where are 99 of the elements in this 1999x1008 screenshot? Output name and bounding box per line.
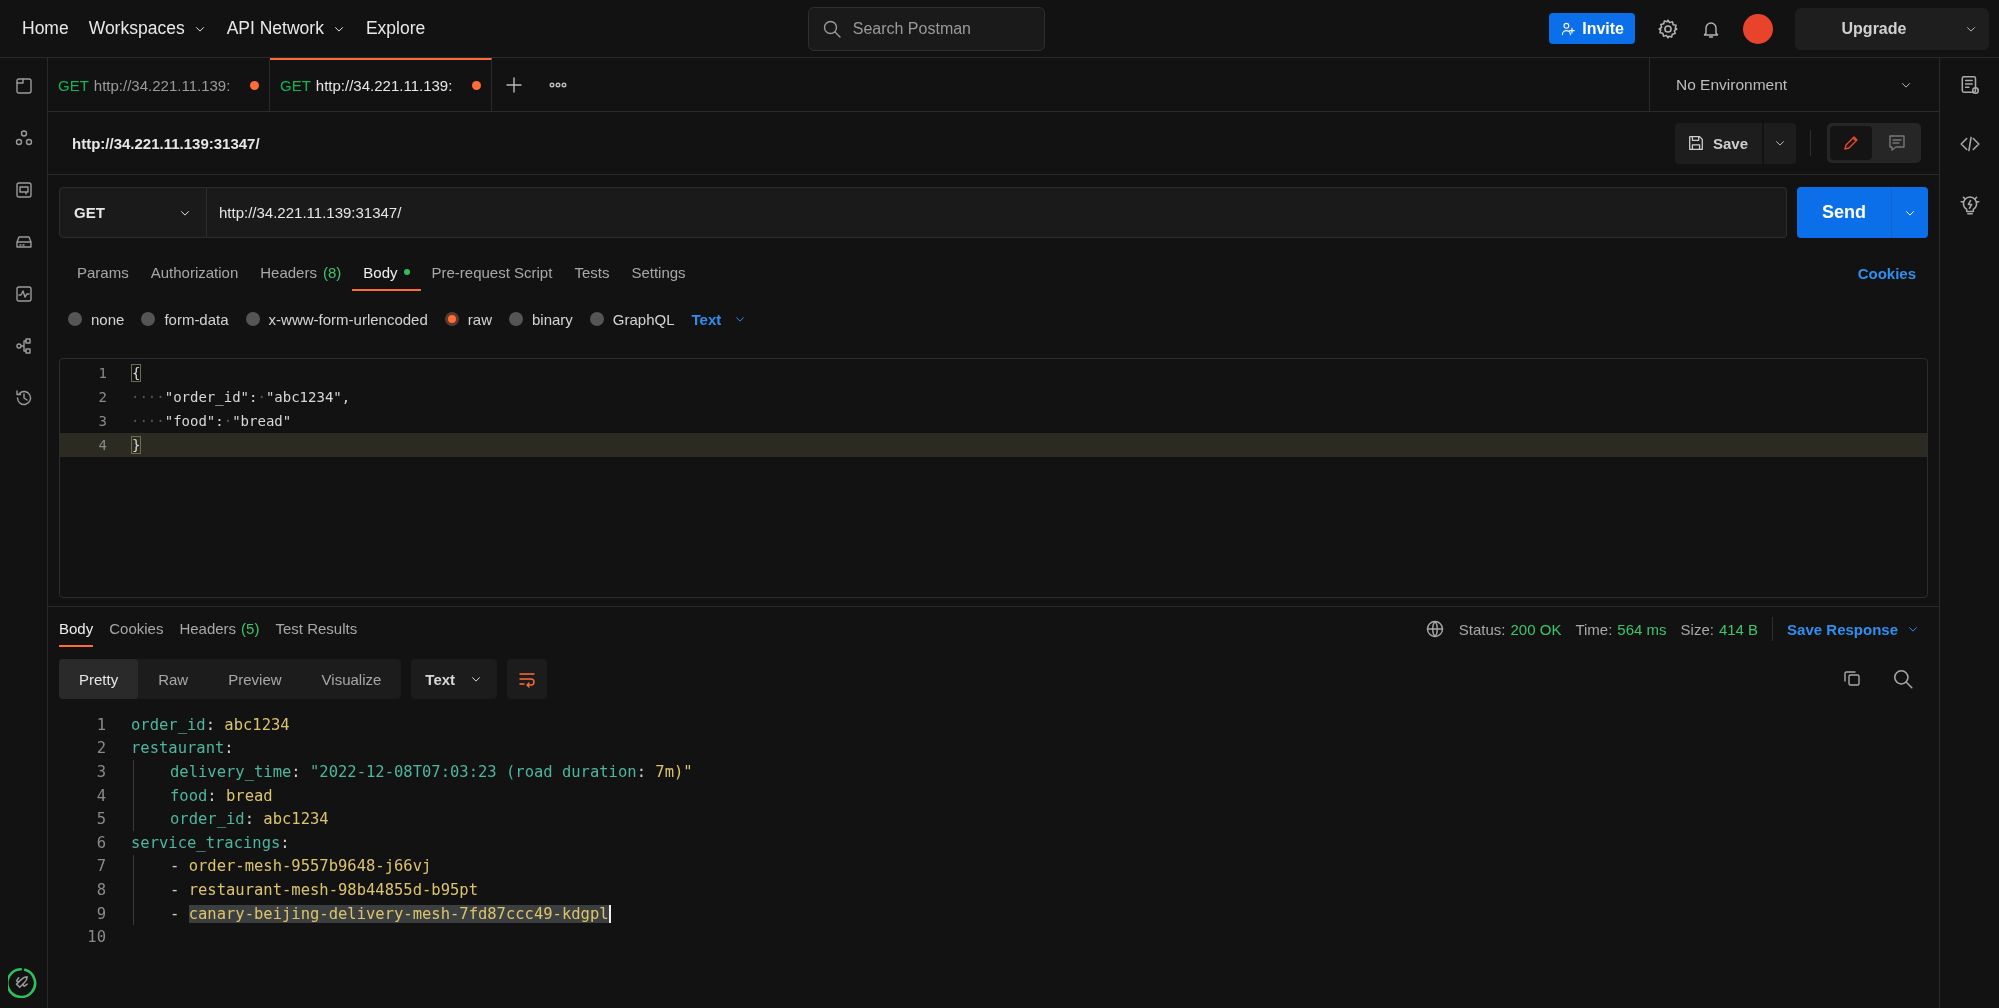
- request-title: http://34.221.11.139:31347/: [72, 134, 260, 152]
- search-icon: [821, 18, 842, 39]
- status-label: Status:: [1458, 620, 1506, 638]
- save-button[interactable]: Save: [1674, 122, 1762, 164]
- request-tab[interactable]: GET http://34.221.11.139:: [270, 58, 492, 111]
- line-number: 10: [86, 928, 106, 947]
- code-line: ····"food":·"bread": [130, 413, 292, 429]
- code-line: service_tracings:: [131, 833, 290, 852]
- status-value: 200 OK: [1510, 620, 1562, 638]
- line-number: 3: [97, 413, 107, 429]
- history-icon[interactable]: [13, 388, 34, 408]
- body-type-option[interactable]: form-data: [141, 310, 229, 328]
- body-type-label: form-data: [164, 310, 229, 328]
- response-format-dropdown[interactable]: Text: [411, 659, 498, 699]
- nav-link[interactable]: Workspaces: [78, 12, 217, 45]
- settings-icon[interactable]: [1657, 17, 1679, 40]
- line-number: 9: [95, 904, 106, 923]
- radio-button[interactable]: [245, 312, 260, 326]
- url-field[interactable]: http://34.221.11.139:31347/: [207, 187, 1787, 238]
- environment-dropdown[interactable]: No Environment: [1649, 58, 1939, 111]
- body-type-label: GraphQL: [612, 310, 675, 328]
- response-tab[interactable]: Headers (5): [179, 611, 260, 647]
- code-line: restaurant:: [131, 739, 234, 758]
- body-type-label: none: [91, 310, 125, 328]
- line-number: 2: [95, 739, 106, 758]
- globe-icon[interactable]: [1424, 619, 1445, 639]
- lightbulb-icon[interactable]: [1958, 194, 1981, 216]
- comment-icon: [1887, 133, 1907, 153]
- wrap-lines-button[interactable]: [507, 659, 548, 699]
- line-number: 1: [97, 365, 107, 381]
- code-line: delivery_time: "2022-12-08T07:03:23 (road duration: 7m)": [170, 763, 693, 781]
- flows-icon[interactable]: [13, 336, 34, 356]
- body-type-label: raw: [467, 310, 492, 328]
- upgrade-button[interactable]: Upgrade: [1795, 7, 1989, 50]
- code-line: food: bread: [170, 786, 273, 805]
- size-label: Size:: [1680, 620, 1714, 638]
- request-section-tab[interactable]: Body: [352, 255, 421, 291]
- request-section-tab[interactable]: Authorization: [139, 255, 250, 291]
- view-mode-tab[interactable]: Pretty: [59, 659, 139, 699]
- request-section-tab[interactable]: Pre-request Script: [420, 255, 564, 291]
- body-type-option[interactable]: GraphQL: [589, 310, 675, 328]
- body-type-option[interactable]: raw: [444, 310, 492, 328]
- radio-button[interactable]: [141, 312, 156, 326]
- line-number: 1: [95, 715, 106, 734]
- line-number: 3: [95, 763, 106, 781]
- line-number: 6: [95, 833, 106, 852]
- code-line: order_id: abc1234: [170, 810, 329, 829]
- nav-link[interactable]: Home: [12, 12, 79, 45]
- body-editor[interactable]: 1 { 2 ····"order_id":·"abc1234", 3 ····"food":·"bread" 4 }: [59, 358, 1928, 598]
- cookies-link[interactable]: Cookies: [1857, 264, 1928, 282]
- code-line: - canary-beijing-delivery-mesh-7fd87ccc49-kdgpl: [170, 904, 611, 923]
- radio-button[interactable]: [444, 312, 459, 326]
- size-value: 414 B: [1718, 620, 1759, 638]
- response-tab[interactable]: Cookies: [109, 611, 164, 647]
- line-number: 8: [95, 880, 106, 899]
- radio-button[interactable]: [68, 312, 82, 326]
- request-section-tab[interactable]: Settings: [620, 255, 697, 291]
- apis-icon[interactable]: [13, 128, 34, 148]
- plus-icon[interactable]: [504, 74, 524, 95]
- mock-server-icon[interactable]: [13, 180, 34, 200]
- response-tab[interactable]: Test Results: [275, 611, 358, 647]
- save-response-button[interactable]: Save Response: [1787, 620, 1920, 638]
- time-value: 564 ms: [1617, 620, 1667, 638]
- invite-button[interactable]: Invite: [1549, 13, 1635, 44]
- collections-icon[interactable]: [13, 76, 34, 96]
- time-label: Time:: [1575, 620, 1613, 638]
- body-type-option[interactable]: binary: [508, 310, 573, 328]
- view-mode-tab[interactable]: Visualize: [301, 659, 402, 699]
- line-number: 5: [95, 810, 106, 829]
- radio-button[interactable]: [589, 312, 604, 326]
- nav-link[interactable]: Explore: [355, 12, 436, 45]
- line-number: 2: [97, 389, 107, 405]
- method-dropdown[interactable]: GET: [59, 187, 207, 238]
- line-number: 7: [95, 857, 106, 876]
- search-icon[interactable]: [1892, 668, 1914, 690]
- body-type-option[interactable]: none: [68, 310, 125, 328]
- request-tab[interactable]: GET http://34.221.11.139:: [48, 58, 270, 111]
- copy-icon[interactable]: [1842, 668, 1862, 688]
- search-field[interactable]: Search Postman: [807, 6, 1045, 51]
- person-add-icon: [1560, 20, 1577, 37]
- code-line: order_id: abc1234: [131, 715, 290, 734]
- view-mode-tab[interactable]: Raw: [138, 659, 209, 699]
- response-tab[interactable]: Body: [59, 611, 94, 647]
- monitor-icon[interactable]: [13, 284, 34, 304]
- view-mode-tab[interactable]: Preview: [208, 659, 302, 699]
- edit-mode-button[interactable]: [1830, 126, 1872, 160]
- code-line: - restaurant-mesh-98b44855d-b95pt: [170, 880, 478, 899]
- radio-button[interactable]: [508, 312, 523, 326]
- code-line: ····"order_id":·"abc1234",: [130, 389, 351, 405]
- body-type-label: binary: [531, 310, 573, 328]
- body-format-dropdown[interactable]: Text: [691, 310, 748, 328]
- request-section-tab[interactable]: Headers (8): [249, 255, 353, 291]
- request-section-tab[interactable]: Tests: [563, 255, 621, 291]
- avatar[interactable]: [1743, 13, 1773, 44]
- request-section-tab[interactable]: Params: [66, 255, 140, 291]
- line-number: 4: [95, 786, 106, 805]
- nav-link[interactable]: API Network: [216, 12, 356, 45]
- code-line: - order-mesh-9557b9648-j66vj: [170, 857, 432, 876]
- line-number: 4: [97, 437, 107, 453]
